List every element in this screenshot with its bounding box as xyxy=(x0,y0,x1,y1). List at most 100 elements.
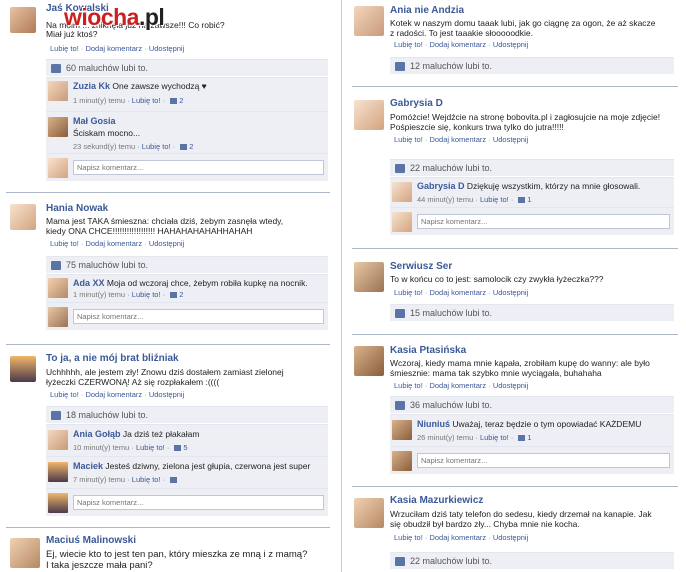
share-link[interactable]: Udostępnij xyxy=(493,40,528,49)
share-link[interactable]: Udostępnij xyxy=(493,381,528,390)
comment-time[interactable]: 7 minut(y) temu xyxy=(73,475,125,484)
comment-input[interactable] xyxy=(73,309,324,324)
avatar[interactable] xyxy=(354,262,384,292)
comment-input[interactable] xyxy=(73,160,324,175)
comment-time[interactable]: 44 minut(y) temu xyxy=(417,195,473,204)
commenter-name[interactable]: Ada XX xyxy=(73,278,105,288)
likes-text[interactable]: 12 maluchów lubi to. xyxy=(410,61,492,71)
poster-name[interactable]: Kasia Mazurkiewicz xyxy=(390,495,483,506)
comment-link[interactable]: Dodaj komentarz xyxy=(429,381,486,390)
commenter-name[interactable]: Zuzia Kk xyxy=(73,81,110,91)
poster-name[interactable]: Gabrysia D xyxy=(390,98,443,109)
post-actions: Lubię to! · Dodaj komentarz · Udostępnij xyxy=(50,239,185,248)
share-link[interactable]: Udostępnij xyxy=(149,44,184,53)
likes-text[interactable]: 22 maluchów lubi to. xyxy=(410,556,492,566)
poster-name[interactable]: Kasia Ptasińska xyxy=(390,345,466,356)
comment-time[interactable]: 23 sekund(y) temu xyxy=(73,142,135,151)
like-link[interactable]: Lubię to! xyxy=(394,533,423,542)
likes-text[interactable]: 18 maluchów lubi to. xyxy=(66,410,148,420)
likes-text[interactable]: 75 maluchów lubi to. xyxy=(66,260,148,270)
share-link[interactable]: Udostępnij xyxy=(493,288,528,297)
poster-name[interactable]: Hania Nowak xyxy=(46,203,108,214)
comment-like-count[interactable]: 1 xyxy=(527,433,531,442)
comment-like-link[interactable]: Lubię to! xyxy=(480,195,509,204)
share-link[interactable]: Udostępnij xyxy=(493,533,528,542)
comment-input[interactable] xyxy=(417,453,670,468)
commenter-avatar[interactable] xyxy=(48,462,68,482)
comment-link[interactable]: Dodaj komentarz xyxy=(429,533,486,542)
comment-time[interactable]: 1 minut(y) temu xyxy=(73,96,125,105)
comment-like-count[interactable]: 2 xyxy=(179,96,183,105)
comment-like-link[interactable]: Lubię to! xyxy=(480,433,509,442)
thumbs-up-icon xyxy=(395,62,405,71)
comment-time[interactable]: 1 minut(y) temu xyxy=(73,290,125,299)
like-link[interactable]: Lubię to! xyxy=(50,390,79,399)
comment-link[interactable]: Dodaj komentarz xyxy=(429,288,486,297)
like-link[interactable]: Lubię to! xyxy=(50,44,79,53)
comment-like-count[interactable]: 2 xyxy=(179,290,183,299)
poster-name[interactable]: Serwiusz Ser xyxy=(390,261,452,272)
comment-input[interactable] xyxy=(73,495,324,510)
commenter-name[interactable]: Maciek xyxy=(73,461,103,471)
comment-like-link[interactable]: Lubię to! xyxy=(132,475,161,484)
poster-name[interactable]: Ania nie Andzia xyxy=(390,5,464,16)
comment-link[interactable]: Dodaj komentarz xyxy=(429,135,486,144)
thumbs-up-icon xyxy=(170,477,178,484)
commenter-avatar[interactable] xyxy=(392,420,412,440)
avatar[interactable] xyxy=(10,204,36,230)
avatar[interactable] xyxy=(354,100,384,130)
comment-link[interactable]: Dodaj komentarz xyxy=(429,40,486,49)
comment-link[interactable]: Dodaj komentarz xyxy=(85,239,142,248)
comment-like-count[interactable]: 2 xyxy=(189,142,193,151)
thumbs-up-icon xyxy=(395,164,405,173)
likes-summary: 15 maluchów lubi to. xyxy=(390,304,674,321)
comment-text: Dziękuję wszystkim, którzy na mnie głoso… xyxy=(466,181,641,191)
thumbs-up-icon xyxy=(395,557,405,566)
avatar[interactable] xyxy=(354,346,384,376)
commenter-avatar[interactable] xyxy=(392,182,412,202)
avatar[interactable] xyxy=(10,538,40,568)
user-avatar xyxy=(48,307,68,327)
like-link[interactable]: Lubię to! xyxy=(50,239,79,248)
commenter-avatar[interactable] xyxy=(48,430,68,450)
comment-like-count[interactable]: 1 xyxy=(527,195,531,204)
likes-text[interactable]: 60 maluchów lubi to. xyxy=(66,63,148,73)
likes-summary: 18 maluchów lubi to. xyxy=(46,406,328,423)
comment-time[interactable]: 26 minut(y) temu xyxy=(417,433,473,442)
commenter-name[interactable]: Gabrysia D xyxy=(417,181,465,191)
likes-text[interactable]: 15 maluchów lubi to. xyxy=(410,308,492,318)
likes-text[interactable]: 22 maluchów lubi to. xyxy=(410,163,492,173)
comment-time[interactable]: 10 minut(y) temu xyxy=(73,443,129,452)
poster-name[interactable]: To ja, a nie mój brat bliźniak xyxy=(46,353,179,364)
likes-text[interactable]: 36 maluchów lubi to. xyxy=(410,400,492,410)
comment-like-link[interactable]: Lubię to! xyxy=(136,443,165,452)
comment-like-count[interactable]: 5 xyxy=(183,443,187,452)
comment-link[interactable]: Dodaj komentarz xyxy=(85,44,142,53)
comment-like-link[interactable]: Lubię to! xyxy=(142,142,171,151)
avatar[interactable] xyxy=(10,356,36,382)
avatar[interactable] xyxy=(354,6,384,36)
share-link[interactable]: Udostępnij xyxy=(149,390,184,399)
commenter-name[interactable]: Ania Gołąb xyxy=(73,429,121,439)
like-link[interactable]: Lubię to! xyxy=(394,381,423,390)
commenter-avatar[interactable] xyxy=(48,278,68,298)
share-link[interactable]: Udostępnij xyxy=(493,135,528,144)
like-link[interactable]: Lubię to! xyxy=(394,135,423,144)
like-link[interactable]: Lubię to! xyxy=(394,288,423,297)
commenter-avatar[interactable] xyxy=(48,117,68,137)
thumbs-up-icon xyxy=(395,309,405,318)
comment-like-link[interactable]: Lubię to! xyxy=(132,290,161,299)
share-link[interactable]: Udostępnij xyxy=(149,239,184,248)
commenter-name[interactable]: Niuniuś xyxy=(417,419,450,429)
commenter-avatar[interactable] xyxy=(48,81,68,101)
comment-link[interactable]: Dodaj komentarz xyxy=(85,390,142,399)
like-link[interactable]: Lubię to! xyxy=(394,40,423,49)
comment-input[interactable] xyxy=(417,214,670,229)
avatar[interactable] xyxy=(354,498,384,528)
commenter-name[interactable]: Mał Gosia xyxy=(73,116,116,126)
avatar[interactable] xyxy=(10,7,36,33)
poster-name[interactable]: Maciuś Malinowski xyxy=(46,535,136,546)
post-actions: Lubię to! · Dodaj komentarz · Udostępnij xyxy=(394,533,529,542)
comment-like-link[interactable]: Lubię to! xyxy=(132,96,161,105)
thumbs-up-icon xyxy=(395,401,405,410)
